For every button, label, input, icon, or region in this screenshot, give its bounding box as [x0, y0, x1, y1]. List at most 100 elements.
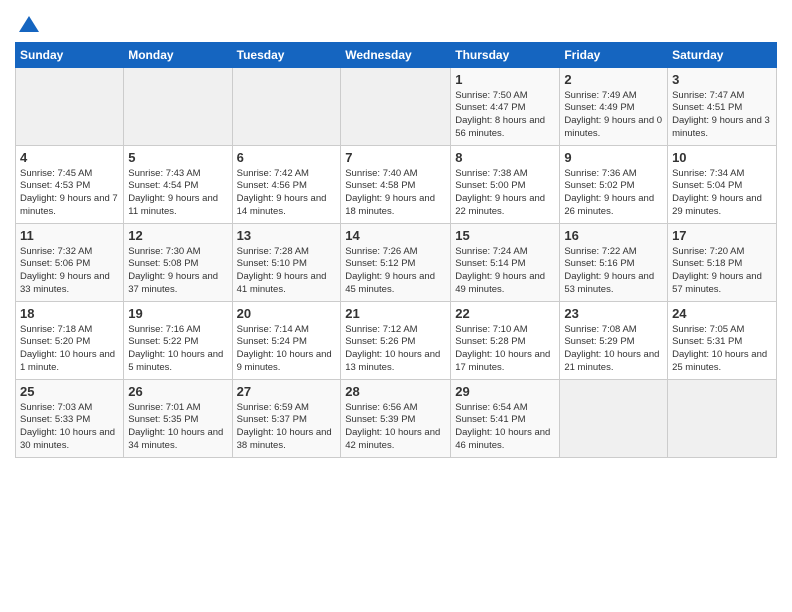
day-info: Daylight: 9 hours and 45 minutes.	[345, 271, 446, 297]
calendar-cell: 3Sunrise: 7:47 AMSunset: 4:51 PMDaylight…	[668, 68, 777, 146]
day-number: 8	[455, 149, 555, 167]
day-info: Sunset: 5:24 PM	[237, 336, 337, 349]
day-info: Sunrise: 7:26 AM	[345, 246, 446, 259]
day-number: 4	[20, 149, 119, 167]
day-number: 10	[672, 149, 772, 167]
day-header-monday: Monday	[124, 43, 232, 68]
day-number: 29	[455, 383, 555, 401]
day-number: 3	[672, 71, 772, 89]
day-info: Sunset: 5:28 PM	[455, 336, 555, 349]
day-header-wednesday: Wednesday	[341, 43, 451, 68]
day-info: Sunset: 5:16 PM	[564, 258, 663, 271]
calendar-cell: 18Sunrise: 7:18 AMSunset: 5:20 PMDayligh…	[16, 302, 124, 380]
calendar-cell: 26Sunrise: 7:01 AMSunset: 5:35 PMDayligh…	[124, 380, 232, 458]
day-number: 17	[672, 227, 772, 245]
logo	[15, 14, 41, 38]
day-number: 13	[237, 227, 337, 245]
day-info: Daylight: 9 hours and 41 minutes.	[237, 271, 337, 297]
day-number: 11	[20, 227, 119, 245]
day-info: Sunset: 5:26 PM	[345, 336, 446, 349]
calendar-cell	[668, 380, 777, 458]
day-info: Sunrise: 7:24 AM	[455, 246, 555, 259]
day-info: Daylight: 9 hours and 18 minutes.	[345, 193, 446, 219]
day-info: Sunrise: 6:59 AM	[237, 402, 337, 415]
day-info: Daylight: 9 hours and 37 minutes.	[128, 271, 227, 297]
day-info: Sunrise: 6:54 AM	[455, 402, 555, 415]
day-info: Daylight: 10 hours and 38 minutes.	[237, 427, 337, 453]
calendar-cell: 6Sunrise: 7:42 AMSunset: 4:56 PMDaylight…	[232, 146, 341, 224]
day-info: Daylight: 9 hours and 14 minutes.	[237, 193, 337, 219]
day-info: Sunrise: 7:10 AM	[455, 324, 555, 337]
calendar-cell	[124, 68, 232, 146]
day-number: 27	[237, 383, 337, 401]
day-number: 24	[672, 305, 772, 323]
day-info: Sunrise: 7:50 AM	[455, 90, 555, 103]
day-info: Daylight: 9 hours and 29 minutes.	[672, 193, 772, 219]
day-info: Daylight: 10 hours and 5 minutes.	[128, 349, 227, 375]
day-info: Sunset: 5:12 PM	[345, 258, 446, 271]
day-header-thursday: Thursday	[451, 43, 560, 68]
day-info: Sunset: 4:49 PM	[564, 102, 663, 115]
day-number: 5	[128, 149, 227, 167]
day-number: 26	[128, 383, 227, 401]
header	[15, 10, 777, 38]
day-info: Daylight: 10 hours and 13 minutes.	[345, 349, 446, 375]
day-info: Sunset: 5:41 PM	[455, 414, 555, 427]
day-info: Sunset: 5:35 PM	[128, 414, 227, 427]
day-info: Daylight: 9 hours and 49 minutes.	[455, 271, 555, 297]
day-number: 2	[564, 71, 663, 89]
day-info: Sunrise: 7:34 AM	[672, 168, 772, 181]
week-row-2: 4Sunrise: 7:45 AMSunset: 4:53 PMDaylight…	[16, 146, 777, 224]
day-info: Sunset: 5:06 PM	[20, 258, 119, 271]
day-info: Sunset: 5:10 PM	[237, 258, 337, 271]
calendar-cell: 4Sunrise: 7:45 AMSunset: 4:53 PMDaylight…	[16, 146, 124, 224]
day-info: Sunrise: 7:18 AM	[20, 324, 119, 337]
day-info: Sunset: 5:37 PM	[237, 414, 337, 427]
calendar-table: SundayMondayTuesdayWednesdayThursdayFrid…	[15, 42, 777, 458]
day-info: Daylight: 9 hours and 22 minutes.	[455, 193, 555, 219]
day-info: Sunset: 5:04 PM	[672, 180, 772, 193]
day-number: 15	[455, 227, 555, 245]
week-row-3: 11Sunrise: 7:32 AMSunset: 5:06 PMDayligh…	[16, 224, 777, 302]
day-number: 19	[128, 305, 227, 323]
day-info: Sunrise: 7:20 AM	[672, 246, 772, 259]
page-container: SundayMondayTuesdayWednesdayThursdayFrid…	[0, 0, 792, 468]
week-row-4: 18Sunrise: 7:18 AMSunset: 5:20 PMDayligh…	[16, 302, 777, 380]
day-info: Daylight: 9 hours and 11 minutes.	[128, 193, 227, 219]
day-number: 1	[455, 71, 555, 89]
day-number: 28	[345, 383, 446, 401]
calendar-cell: 1Sunrise: 7:50 AMSunset: 4:47 PMDaylight…	[451, 68, 560, 146]
calendar-cell: 2Sunrise: 7:49 AMSunset: 4:49 PMDaylight…	[560, 68, 668, 146]
day-info: Daylight: 9 hours and 33 minutes.	[20, 271, 119, 297]
calendar-cell: 25Sunrise: 7:03 AMSunset: 5:33 PMDayligh…	[16, 380, 124, 458]
day-info: Sunrise: 7:08 AM	[564, 324, 663, 337]
day-number: 16	[564, 227, 663, 245]
calendar-cell: 17Sunrise: 7:20 AMSunset: 5:18 PMDayligh…	[668, 224, 777, 302]
day-info: Sunset: 5:31 PM	[672, 336, 772, 349]
week-row-1: 1Sunrise: 7:50 AMSunset: 4:47 PMDaylight…	[16, 68, 777, 146]
calendar-cell: 9Sunrise: 7:36 AMSunset: 5:02 PMDaylight…	[560, 146, 668, 224]
day-info: Sunset: 5:29 PM	[564, 336, 663, 349]
day-info: Sunrise: 7:14 AM	[237, 324, 337, 337]
day-info: Sunrise: 7:49 AM	[564, 90, 663, 103]
day-header-tuesday: Tuesday	[232, 43, 341, 68]
day-number: 21	[345, 305, 446, 323]
day-info: Sunset: 5:00 PM	[455, 180, 555, 193]
calendar-cell: 10Sunrise: 7:34 AMSunset: 5:04 PMDayligh…	[668, 146, 777, 224]
calendar-cell: 11Sunrise: 7:32 AMSunset: 5:06 PMDayligh…	[16, 224, 124, 302]
logo-icon	[17, 14, 41, 38]
calendar-cell: 5Sunrise: 7:43 AMSunset: 4:54 PMDaylight…	[124, 146, 232, 224]
day-info: Sunrise: 7:36 AM	[564, 168, 663, 181]
day-info: Sunrise: 7:45 AM	[20, 168, 119, 181]
day-info: Daylight: 10 hours and 17 minutes.	[455, 349, 555, 375]
day-info: Daylight: 10 hours and 42 minutes.	[345, 427, 446, 453]
day-info: Daylight: 10 hours and 30 minutes.	[20, 427, 119, 453]
day-info: Daylight: 10 hours and 34 minutes.	[128, 427, 227, 453]
day-info: Sunset: 5:20 PM	[20, 336, 119, 349]
day-info: Sunset: 4:56 PM	[237, 180, 337, 193]
day-info: Sunrise: 7:32 AM	[20, 246, 119, 259]
day-info: Sunrise: 7:40 AM	[345, 168, 446, 181]
calendar-cell	[232, 68, 341, 146]
day-number: 23	[564, 305, 663, 323]
day-info: Daylight: 8 hours and 56 minutes.	[455, 115, 555, 141]
